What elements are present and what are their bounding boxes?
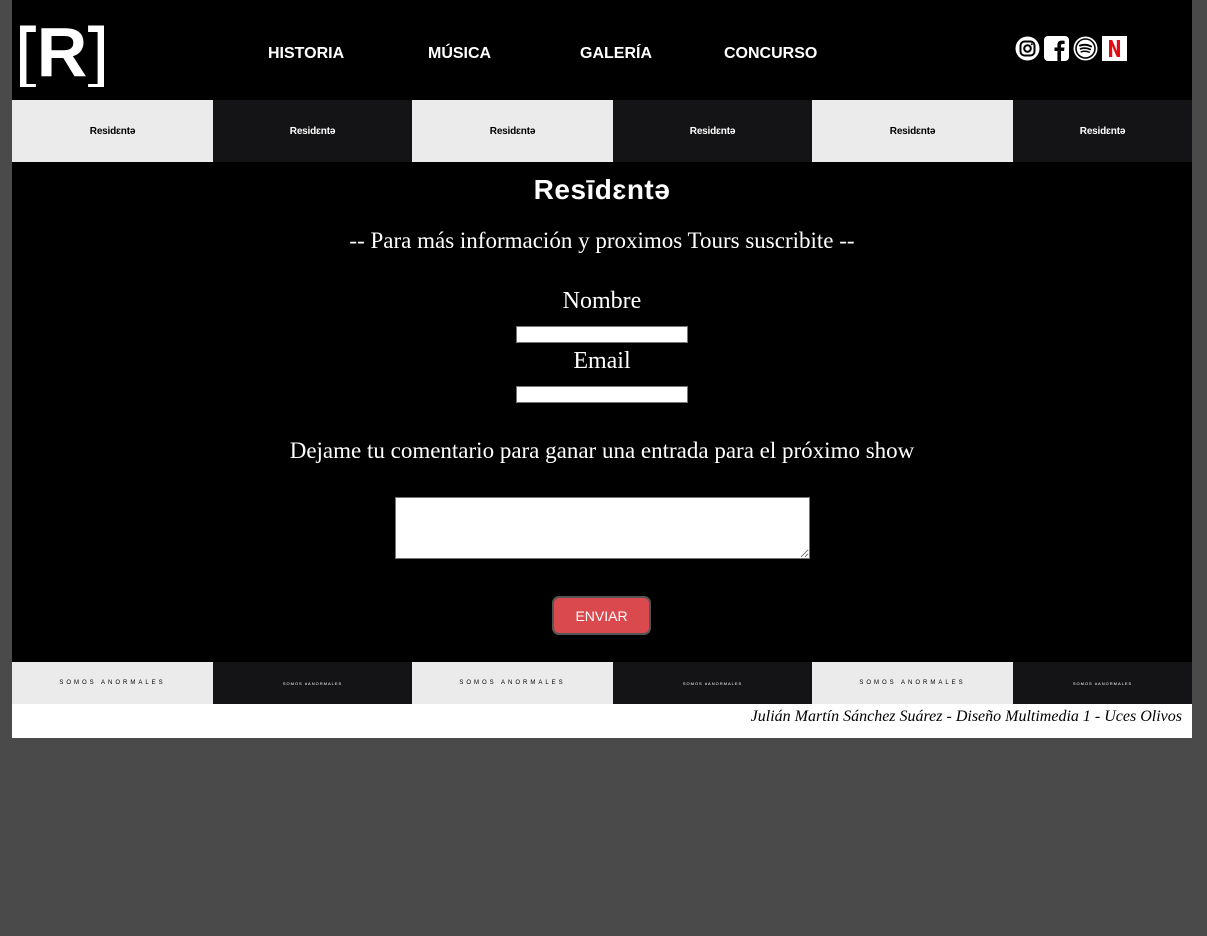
nav-concurso[interactable]: CONCURSO: [724, 45, 817, 63]
contest-form: Resīdɛntə -- Para más información y prox…: [12, 162, 1192, 662]
top-banner-strip: Residɛntə Residɛntə Residɛntə Residɛntə …: [12, 100, 1192, 162]
banner-tile[interactable]: Residɛntə: [613, 100, 812, 162]
banner-tile[interactable]: Residɛntə: [812, 100, 1013, 162]
site-header: [R] HISTORIA MÚSICA GALERÍA CONCURSO: [12, 0, 1192, 100]
banner-tile[interactable]: Residɛntə: [412, 100, 613, 162]
comment-prompt: Dejame tu comentario para ganar una entr…: [289, 438, 915, 463]
banner-tile[interactable]: SOMOS #ANORMALES: [613, 662, 812, 704]
nav-musica[interactable]: MÚSICA: [428, 45, 491, 63]
banner-tile[interactable]: Residɛntə: [1013, 100, 1192, 162]
comment-textarea[interactable]: [395, 497, 810, 559]
subscribe-subtitle: -- Para más información y proximos Tours…: [349, 228, 855, 253]
residente-logo[interactable]: [R]: [20, 12, 104, 87]
social-links: [1015, 36, 1127, 61]
facebook-icon[interactable]: [1044, 36, 1069, 61]
netflix-icon[interactable]: [1102, 36, 1127, 61]
banner-tile[interactable]: SOMOS #ANORMALES: [213, 662, 412, 704]
footer-credit: Julián Martín Sánchez Suárez - Diseño Mu…: [12, 704, 1192, 738]
brand-title: Resīdɛntə: [533, 174, 671, 205]
banner-tile[interactable]: SOMOS ANORMALES: [812, 662, 1013, 704]
banner-tile[interactable]: Residɛntə: [213, 100, 412, 162]
submit-button[interactable]: ENVIAR: [552, 596, 651, 635]
banner-tile[interactable]: SOMOS ANORMALES: [12, 662, 213, 704]
page-container: [R] HISTORIA MÚSICA GALERÍA CONCURSO: [12, 0, 1192, 738]
banner-tile[interactable]: SOMOS #ANORMALES: [1013, 662, 1192, 704]
banner-tile[interactable]: Residɛntə: [12, 100, 213, 162]
name-label: Nombre: [562, 288, 642, 314]
spotify-icon[interactable]: [1073, 36, 1098, 61]
name-input[interactable]: [516, 326, 688, 343]
nav-galeria[interactable]: GALERÍA: [580, 45, 652, 63]
instagram-icon[interactable]: [1015, 36, 1040, 61]
email-label: Email: [573, 348, 631, 374]
nav-historia[interactable]: HISTORIA: [268, 45, 344, 63]
bottom-banner-strip: SOMOS ANORMALES SOMOS #ANORMALES SOMOS A…: [12, 662, 1192, 704]
banner-tile[interactable]: SOMOS ANORMALES: [412, 662, 613, 704]
email-input[interactable]: [516, 386, 688, 403]
logo-text: [R]: [20, 13, 104, 87]
